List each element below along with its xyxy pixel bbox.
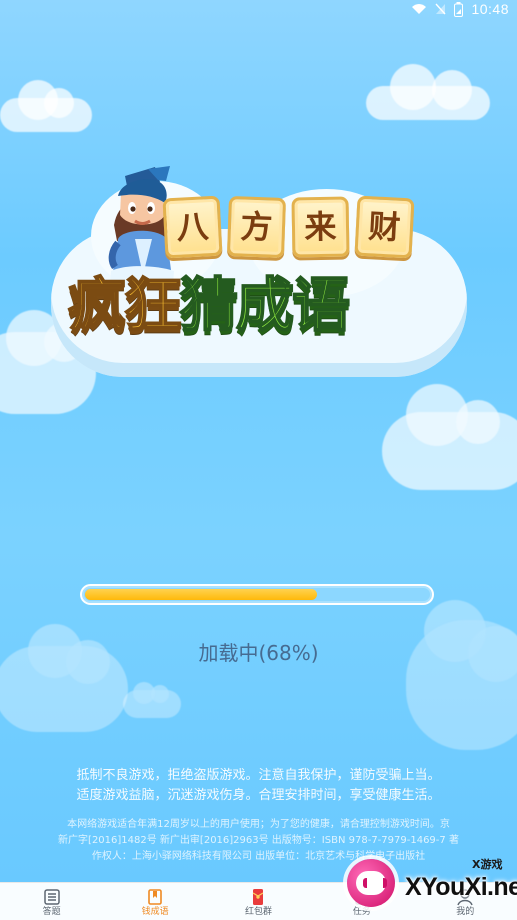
loading-progress-fill xyxy=(85,589,317,600)
health-game-notice: 抵制不良游戏，拒绝盗版游戏。注意自我保护，谨防受骗上当。 适度游戏益脑，沉迷游戏… xyxy=(0,766,517,806)
title-character: 狂 xyxy=(123,270,183,340)
title-character: 疯 xyxy=(67,270,127,340)
background-cloud xyxy=(123,682,181,718)
logo-tile: 来 xyxy=(291,196,350,258)
logo-tile: 八 xyxy=(162,195,223,259)
logo-subtitle-tiles: 八 方 来 财 xyxy=(162,195,415,259)
logo-tile: 方 xyxy=(226,196,287,258)
title-character: 语 xyxy=(291,270,351,340)
signal-muted-icon xyxy=(435,3,446,15)
loading-progress-bar xyxy=(80,584,434,605)
nav-item-red-envelope-group[interactable]: 红包群 xyxy=(217,883,299,920)
nav-item-idiom[interactable]: 钱成语 xyxy=(114,883,196,920)
title-character: 成 xyxy=(235,270,295,340)
background-cloud xyxy=(382,384,517,490)
game-title: 疯 狂 猜 成 语 xyxy=(67,270,351,340)
status-bar: 10:48 xyxy=(0,0,517,20)
watermark-main-text: XYouXi.net xyxy=(405,873,517,901)
book-icon xyxy=(148,888,162,905)
watermark-small-text: X游戏 xyxy=(472,858,503,871)
battery-icon xyxy=(454,1,464,17)
background-cloud xyxy=(366,64,490,120)
status-icons: 10:48 xyxy=(411,1,509,17)
red-envelope-icon xyxy=(253,888,264,905)
title-character: 猜 xyxy=(179,270,239,340)
license-line: 新广字[2016]1482号 新广出审[2016]2963号 出版物号：ISBN… xyxy=(58,835,459,846)
nav-label: 红包群 xyxy=(244,906,272,917)
nav-label: 答题 xyxy=(42,906,61,917)
notice-line: 适度游戏益脑，沉迷游戏伤身。合理安排时间，享受健康生活。 xyxy=(76,788,441,803)
site-watermark: X游戏 XYouXi.net xyxy=(347,855,517,917)
list-icon xyxy=(43,888,60,905)
wifi-icon xyxy=(411,3,427,15)
loading-status-text: 加载中(68%) xyxy=(198,641,319,665)
nav-item-answer[interactable]: 答题 xyxy=(11,883,93,920)
license-line: 本网络游戏适合年满12周岁以上的用户使用；为了您的健康，请合理控制游戏时间。京 xyxy=(67,819,450,830)
nav-label: 钱成语 xyxy=(141,906,169,917)
background-cloud xyxy=(0,80,92,132)
game-controller-icon xyxy=(347,859,395,907)
splash-screen: 10:48 八 方 来 财 疯 狂 猜 成 语 加载中(68%) 抵制不良游戏，… xyxy=(0,0,517,920)
status-time: 10:48 xyxy=(471,1,509,17)
notice-line: 抵制不良游戏，拒绝盗版游戏。注意自我保护，谨防受骗上当。 xyxy=(76,768,441,783)
game-logo: 八 方 来 财 疯 狂 猜 成 语 xyxy=(48,162,468,387)
logo-tile: 财 xyxy=(354,195,415,259)
